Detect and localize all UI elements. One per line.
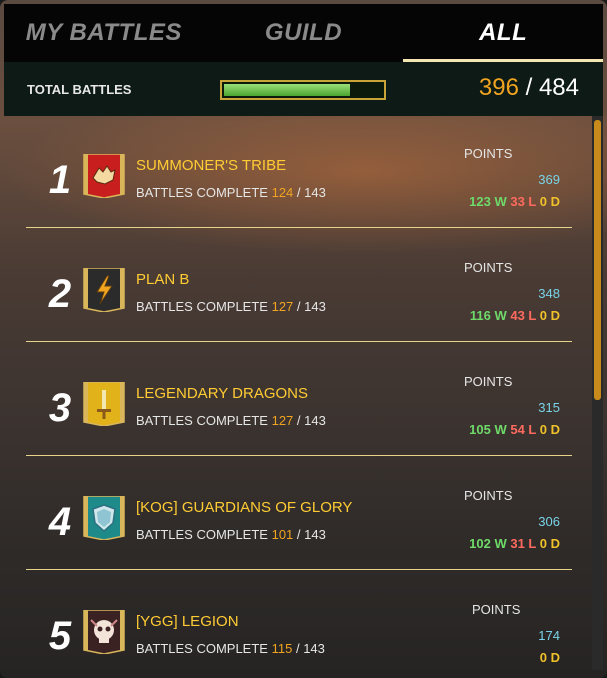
battles-separator: / bbox=[296, 413, 301, 428]
battles-total: 143 bbox=[304, 299, 326, 314]
battles-complete-label: BATTLES COMPLETE bbox=[136, 413, 268, 428]
completed-count: 396 bbox=[478, 74, 519, 101]
guild-battles-panel: MY BATTLES GUILD ALL TOTAL BATTLES 396 /… bbox=[0, 0, 607, 678]
losses: 33 L bbox=[510, 194, 537, 209]
sword-emblem-icon bbox=[83, 382, 125, 426]
guild-row[interactable]: 2 PLAN B BATTLES COMPLETE 127 / 143 POIN… bbox=[26, 230, 572, 342]
draws: 0 D bbox=[539, 422, 560, 437]
win-loss-draw: 102 W 31 L 0 D bbox=[469, 536, 560, 551]
battles-done: 127 bbox=[271, 413, 294, 428]
guild-name[interactable]: [YGG] LEGION bbox=[136, 613, 239, 630]
points-value: 174 bbox=[538, 628, 560, 643]
draws: 0 D bbox=[539, 194, 560, 209]
win-loss-draw: 116 W 43 L 0 D bbox=[470, 308, 560, 323]
draws: 0 D bbox=[539, 650, 560, 665]
points-label: POINTS bbox=[464, 374, 513, 389]
points-value: 315 bbox=[538, 400, 560, 415]
battles-separator: / bbox=[296, 299, 301, 314]
battles-total: 143 bbox=[303, 641, 325, 656]
battles-separator: / bbox=[296, 185, 301, 200]
total-count: 484 bbox=[538, 74, 579, 101]
draws: 0 D bbox=[539, 536, 560, 551]
battles-complete: BATTLES COMPLETE 124 / 143 bbox=[136, 185, 326, 200]
points-value: 348 bbox=[538, 286, 560, 301]
battles-complete-label: BATTLES COMPLETE bbox=[136, 527, 268, 542]
wolf-emblem-icon bbox=[83, 154, 125, 198]
win-loss-draw: 105 W 54 L 0 D bbox=[469, 422, 560, 437]
guild-name[interactable]: PLAN B bbox=[136, 271, 189, 288]
row-divider bbox=[26, 455, 572, 456]
battles-total: 143 bbox=[304, 185, 326, 200]
wins: 105 W bbox=[469, 422, 507, 437]
points-value: 306 bbox=[538, 514, 560, 529]
battles-separator: / bbox=[296, 527, 301, 542]
win-loss-draw: 0 D bbox=[540, 650, 560, 665]
total-battles-bar: TOTAL BATTLES 396 / 484 bbox=[4, 62, 603, 116]
total-battles-label: TOTAL BATTLES bbox=[27, 82, 132, 97]
tab-all[interactable]: ALL bbox=[403, 4, 603, 62]
row-divider bbox=[26, 569, 572, 570]
lightning-emblem-icon bbox=[83, 268, 125, 312]
count-separator: / bbox=[525, 74, 533, 101]
tab-my-battles[interactable]: MY BATTLES bbox=[4, 4, 204, 62]
points-label: POINTS bbox=[464, 260, 513, 275]
battles-separator: / bbox=[295, 641, 300, 656]
losses: 54 L bbox=[510, 422, 537, 437]
guild-ranking-list[interactable]: 1 SUMMONER'S TRIBE BATTLES COMPLETE 124 … bbox=[4, 116, 592, 670]
scrollbar-thumb[interactable] bbox=[594, 120, 601, 400]
row-divider bbox=[26, 227, 572, 228]
battles-complete: BATTLES COMPLETE 127 / 143 bbox=[136, 413, 326, 428]
guild-name[interactable]: [KOG] GUARDIANS OF GLORY bbox=[136, 499, 352, 516]
row-divider bbox=[26, 341, 572, 342]
shield-emblem-icon bbox=[83, 496, 125, 540]
skull-emblem-icon bbox=[83, 610, 125, 654]
points-label: POINTS bbox=[464, 146, 513, 161]
total-battles-count: 396 / 484 bbox=[479, 74, 579, 102]
guild-row[interactable]: 4 [KOG] GUARDIANS OF GLORY BATTLES COMPL… bbox=[26, 458, 572, 570]
battles-done: 127 bbox=[271, 299, 294, 314]
guild-name[interactable]: LEGENDARY DRAGONS bbox=[136, 385, 308, 402]
battles-total: 143 bbox=[304, 413, 326, 428]
losses: 43 L bbox=[510, 308, 537, 323]
battles-done: 124 bbox=[271, 185, 294, 200]
guild-row[interactable]: 3 LEGENDARY DRAGONS BATTLES COMPLETE 127… bbox=[26, 344, 572, 456]
battles-done: 101 bbox=[271, 527, 294, 542]
battles-done: 115 bbox=[271, 641, 293, 656]
battles-complete: BATTLES COMPLETE 115 / 143 bbox=[136, 641, 325, 656]
points-label: POINTS bbox=[464, 488, 513, 503]
rank-number: 4 bbox=[48, 500, 72, 544]
guild-row[interactable]: 5 [YGG] LEGION BATTLES COMPLETE 115 / 14… bbox=[26, 572, 572, 670]
tab-bar: MY BATTLES GUILD ALL bbox=[4, 4, 603, 62]
wins: 123 W bbox=[469, 194, 507, 209]
draws: 0 D bbox=[539, 308, 560, 323]
battles-total: 143 bbox=[304, 527, 326, 542]
points-label: POINTS bbox=[472, 602, 521, 617]
wins: 102 W bbox=[469, 536, 507, 551]
battles-complete-label: BATTLES COMPLETE bbox=[136, 641, 268, 656]
rank-number: 1 bbox=[48, 158, 72, 202]
guild-name[interactable]: SUMMONER'S TRIBE bbox=[136, 157, 286, 174]
battles-complete-label: BATTLES COMPLETE bbox=[136, 185, 268, 200]
guild-row[interactable]: 1 SUMMONER'S TRIBE BATTLES COMPLETE 124 … bbox=[26, 116, 572, 228]
win-loss-draw: 123 W 33 L 0 D bbox=[469, 194, 560, 209]
battles-complete-label: BATTLES COMPLETE bbox=[136, 299, 268, 314]
rank-number: 5 bbox=[48, 614, 72, 658]
wins: 116 W bbox=[469, 308, 507, 323]
tab-guild[interactable]: GUILD bbox=[204, 4, 404, 62]
progress-fill bbox=[224, 84, 350, 96]
losses: 31 L bbox=[510, 536, 537, 551]
total-battles-progress-bar bbox=[220, 80, 386, 100]
battles-complete: BATTLES COMPLETE 101 / 143 bbox=[136, 527, 326, 542]
battles-complete: BATTLES COMPLETE 127 / 143 bbox=[136, 299, 326, 314]
points-value: 369 bbox=[538, 172, 560, 187]
rank-number: 2 bbox=[48, 272, 72, 316]
rank-number: 3 bbox=[48, 386, 72, 430]
